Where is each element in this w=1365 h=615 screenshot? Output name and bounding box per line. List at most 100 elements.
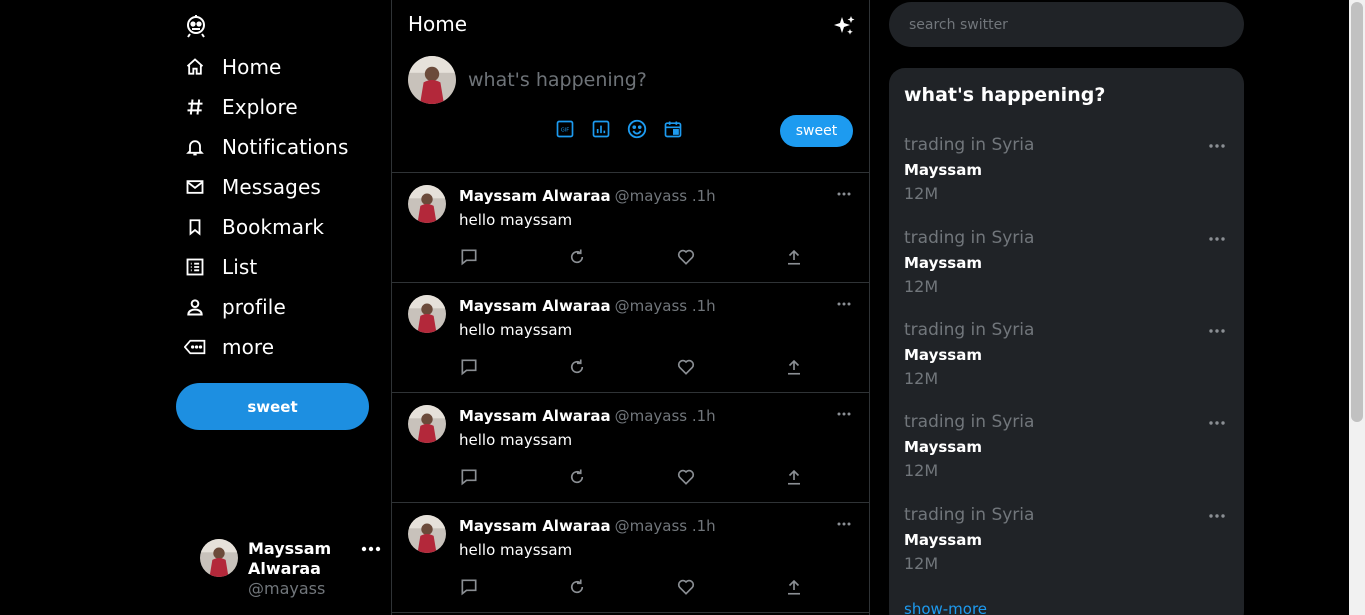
sidebar-item-label: Messages xyxy=(222,175,321,199)
sidebar-item-messages[interactable]: Messages xyxy=(184,171,321,203)
reply-icon[interactable] xyxy=(458,466,480,488)
more-dots-icon[interactable] xyxy=(1207,509,1227,523)
more-dots-icon[interactable] xyxy=(360,541,382,557)
poll-icon[interactable] xyxy=(590,118,612,140)
home-icon xyxy=(184,56,206,78)
retweet-icon[interactable] xyxy=(566,246,588,268)
reply-icon[interactable] xyxy=(458,246,480,268)
more-dots-icon[interactable] xyxy=(834,297,854,311)
sidebar-item-list[interactable]: List xyxy=(184,251,257,283)
like-icon[interactable] xyxy=(675,576,697,598)
trend-count: 12M xyxy=(904,554,939,573)
post-header: Mayssam Alwaraa @mayass .1h xyxy=(459,187,716,205)
more-dots-icon[interactable] xyxy=(1207,416,1227,430)
reply-icon[interactable] xyxy=(458,356,480,378)
sweet-button[interactable]: sweet xyxy=(176,383,369,430)
robot-logo-icon[interactable] xyxy=(184,14,208,38)
trend-name: Mayssam xyxy=(904,531,982,549)
composer: GIF sweet xyxy=(392,48,870,173)
post-author: Mayssam Alwaraa xyxy=(459,517,611,535)
more-dots-icon[interactable] xyxy=(1207,232,1227,246)
account-name: Mayssam Alwaraa xyxy=(248,539,332,578)
retweet-icon[interactable] xyxy=(566,356,588,378)
share-icon[interactable] xyxy=(783,466,805,488)
post[interactable]: Mayssam Alwaraa @mayass .1h hello mayssam xyxy=(392,283,870,393)
trend-item[interactable]: trading in Syria Mayssam 12M xyxy=(904,412,1229,492)
trends-panel: what's happening? trading in Syria Mayss… xyxy=(889,68,1244,615)
account-card[interactable]: Mayssam Alwaraa @mayass xyxy=(200,537,390,601)
like-icon[interactable] xyxy=(675,356,697,378)
avatar xyxy=(408,295,446,333)
sidebar-item-label: Bookmark xyxy=(222,215,325,239)
sidebar-item-more[interactable]: more xyxy=(184,331,274,363)
post[interactable]: Mayssam Alwaraa @mayass .1h hello mayssam xyxy=(392,173,870,283)
trend-item[interactable]: trading in Syria Mayssam 12M xyxy=(904,320,1229,400)
bookmark-icon xyxy=(184,216,206,238)
page-scrollbar[interactable] xyxy=(1349,0,1365,615)
sidebar-item-profile[interactable]: profile xyxy=(184,291,286,323)
sidebar-item-notifications[interactable]: Notifications xyxy=(184,131,348,163)
scrollbar-thumb[interactable] xyxy=(1351,2,1363,422)
sidebar-item-home[interactable]: Home xyxy=(184,51,281,83)
sidebar-item-bookmark[interactable]: Bookmark xyxy=(184,211,324,243)
search-input[interactable] xyxy=(889,2,1244,47)
trend-name: Mayssam xyxy=(904,346,982,364)
avatar xyxy=(408,185,446,223)
trend-context: trading in Syria xyxy=(904,320,1035,340)
emoji-icon[interactable] xyxy=(626,118,648,140)
trend-name: Mayssam xyxy=(904,254,982,272)
like-icon[interactable] xyxy=(675,246,697,268)
trend-count: 12M xyxy=(904,369,939,388)
post-text: hello mayssam xyxy=(459,431,573,449)
sidebar-item-label: profile xyxy=(222,295,286,319)
post-handle: @mayass .1h xyxy=(614,517,716,535)
trend-count: 12M xyxy=(904,461,939,480)
sidebar-item-label: Explore xyxy=(222,95,298,119)
sparkle-icon[interactable] xyxy=(832,14,856,38)
more-dots-icon[interactable] xyxy=(834,407,854,421)
left-sidebar: Home Explore Notifications Messages Book… xyxy=(176,0,390,615)
trend-item[interactable]: trading in Syria Mayssam 12M xyxy=(904,135,1229,215)
sweet-compose-button[interactable]: sweet xyxy=(780,115,853,147)
more-dots-icon[interactable] xyxy=(1207,324,1227,338)
share-icon[interactable] xyxy=(783,356,805,378)
feed-column: Home GIF sweet Mayssam Alwaraa@mayass .1… xyxy=(391,0,870,615)
reply-icon[interactable] xyxy=(458,576,480,598)
avatar xyxy=(200,539,238,577)
more-icon xyxy=(184,336,206,358)
compose-input[interactable] xyxy=(468,64,848,96)
post[interactable]: Mayssam Alwaraa @mayass .1h hello mayssam xyxy=(392,393,870,503)
trend-item[interactable]: trading in Syria Mayssam 12M xyxy=(904,228,1229,308)
avatar xyxy=(408,405,446,443)
sidebar-item-explore[interactable]: Explore xyxy=(184,91,298,123)
avatar xyxy=(408,56,456,104)
post-handle: @mayass .1h xyxy=(614,407,716,425)
post-handle: @mayass .1h xyxy=(614,187,716,205)
more-dots-icon[interactable] xyxy=(834,187,854,201)
person-icon xyxy=(184,296,206,318)
sidebar-item-label: Notifications xyxy=(222,135,349,159)
more-dots-icon[interactable] xyxy=(834,517,854,531)
trend-context: trading in Syria xyxy=(904,412,1035,432)
post[interactable]: Mayssam Alwaraa @mayass .1h hello mayssam xyxy=(392,503,870,613)
bell-icon xyxy=(184,136,206,158)
schedule-icon[interactable] xyxy=(662,118,684,140)
trend-item[interactable]: trading in Syria Mayssam 12M xyxy=(904,505,1229,585)
retweet-icon[interactable] xyxy=(566,576,588,598)
more-dots-icon[interactable] xyxy=(1207,139,1227,153)
retweet-icon[interactable] xyxy=(566,466,588,488)
post-author: Mayssam Alwaraa xyxy=(459,297,611,315)
show-more-link[interactable]: show-more xyxy=(904,600,987,615)
trend-name: Mayssam xyxy=(904,438,982,456)
gif-icon[interactable]: GIF xyxy=(554,118,576,140)
like-icon[interactable] xyxy=(675,466,697,488)
trend-name: Mayssam xyxy=(904,161,982,179)
page-title: Home xyxy=(408,12,468,36)
svg-text:GIF: GIF xyxy=(561,128,569,134)
post-text: hello mayssam xyxy=(459,211,573,229)
share-icon[interactable] xyxy=(783,246,805,268)
post-header: Mayssam Alwaraa @mayass .1h xyxy=(459,297,716,315)
hashtag-icon xyxy=(184,96,206,118)
share-icon[interactable] xyxy=(783,576,805,598)
trend-count: 12M xyxy=(904,277,939,296)
